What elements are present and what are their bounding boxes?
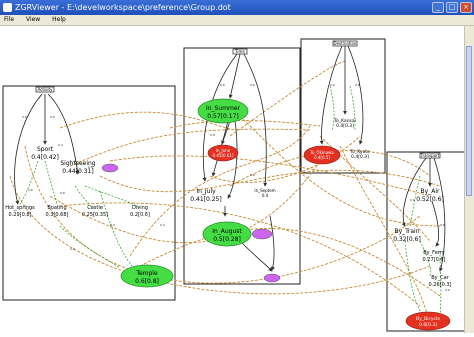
node-hot-springs-value: 0.29[0.8] — [9, 212, 32, 218]
node-in-summer[interactable]: In_Summer 0.57[0.17] — [197, 98, 249, 124]
node-by-ferry-value: 0.27[0.6] — [423, 257, 446, 263]
svg-text:0.8: 0.8 — [60, 191, 65, 195]
app-icon — [3, 3, 12, 12]
node-hot-springs[interactable]: Hot_springs 0.29[0.8] — [5, 205, 35, 218]
node-by-air[interactable]: By_Air 0.52[0.6] — [416, 188, 444, 203]
node-by-car-name: By_Car — [431, 275, 449, 281]
window-titlebar: ZGRViewer - E:\develworkspace\preference… — [0, 0, 474, 15]
node-by-bicycle[interactable]: By_Bicycle 0.6[0.3] — [405, 311, 451, 331]
svg-text:0.6: 0.6 — [50, 115, 55, 119]
node-to-kyoto-value: 0.4[0.3] — [351, 154, 369, 160]
node-sightseeing[interactable]: Sightseeing 0.44[0.31] — [60, 160, 95, 175]
node-diving-value: 0.2[0.6] — [130, 212, 150, 218]
node-by-car-value: 0.26[0.3] — [429, 282, 452, 288]
node-temple[interactable]: Temple 0.6[0.8] — [120, 264, 174, 288]
minimize-button[interactable]: _ — [432, 2, 444, 13]
node-sport-value: 0.4[0.42] — [31, 154, 59, 161]
node-in-sept[interactable]: In_Septem 0.4 — [254, 188, 275, 198]
node-to-kansai-value: 0.4[0.3] — [336, 123, 354, 129]
node-by-air-name: By_Air — [421, 188, 440, 195]
node-by-bicycle-value: 0.6[0.3] — [419, 322, 437, 328]
cluster-destination-label: Destination — [334, 41, 357, 46]
graph-svg[interactable]: Activity Time Destination Transport 0.6 … — [0, 26, 474, 333]
cluster-transport-label: Transport — [420, 153, 440, 158]
svg-text:0.4: 0.4 — [160, 223, 165, 227]
node-in-august-name: In_August — [212, 228, 242, 235]
node-by-air-value: 0.52[0.6] — [416, 196, 444, 203]
graph-canvas[interactable]: Activity Time Destination Transport 0.6 … — [0, 26, 474, 333]
node-hot-springs-name: Hot_springs — [5, 205, 35, 211]
menu-view[interactable]: View — [26, 16, 40, 23]
node-by-train[interactable]: By_Train 0.32[0.6] — [393, 228, 421, 243]
violet-node[interactable] — [251, 228, 273, 240]
node-diving[interactable]: Diving 0.2[0.6] — [130, 205, 150, 218]
svg-text:0.6: 0.6 — [22, 115, 27, 119]
cluster-activity-label: Activity — [38, 87, 54, 92]
close-button[interactable]: × — [460, 2, 472, 13]
node-in-august[interactable]: In_August 0.5[0.28] — [202, 221, 252, 247]
node-boating-name: Boating — [47, 205, 66, 211]
cluster-time-label: Time — [234, 49, 245, 54]
vertical-scrollbar[interactable] — [464, 26, 474, 333]
node-in-sept-value: 0.4 — [262, 193, 269, 198]
menu-file[interactable]: File — [4, 16, 14, 23]
node-by-ferry-name: By_Ferry — [423, 250, 445, 256]
node-by-train-name: By_Train — [394, 228, 419, 235]
node-to-kyoto[interactable]: To_Kyoto 0.4[0.3] — [349, 149, 370, 160]
svg-text:0.6: 0.6 — [220, 83, 225, 87]
window-title: ZGRViewer - E:\develworkspace\preference… — [15, 3, 231, 12]
node-temple-name: Temple — [135, 270, 158, 277]
svg-text:0.6: 0.6 — [250, 83, 255, 87]
svg-text:0.8: 0.8 — [355, 83, 360, 87]
node-boating-value: 0.3[0.68] — [46, 212, 69, 218]
node-temple-value: 0.6[0.8] — [135, 278, 159, 285]
svg-text:0.5: 0.5 — [70, 247, 75, 251]
node-in-summer-value: 0.57[0.17] — [207, 113, 238, 120]
node-to-okinawa[interactable]: To_Okinawa 0.4[0.5] — [303, 145, 341, 165]
svg-text:0.8: 0.8 — [210, 133, 215, 137]
menu-help[interactable]: Help — [52, 16, 66, 23]
node-in-july-name: In_July — [196, 188, 216, 195]
menu-bar: File View Help — [0, 15, 474, 26]
node-by-car[interactable]: By_Car 0.26[0.3] — [429, 275, 452, 288]
violet-node[interactable] — [101, 163, 119, 173]
svg-text:0.4: 0.4 — [58, 143, 63, 147]
scrollbar-thumb[interactable] — [466, 46, 472, 196]
node-sport[interactable]: Sport 0.4[0.42] — [31, 146, 59, 161]
node-sightseeing-value: 0.44[0.31] — [62, 168, 93, 175]
node-in-june-value: 0.45[0.61] — [213, 153, 234, 158]
svg-text:0.6: 0.6 — [445, 288, 450, 292]
node-by-bicycle-name: By_Bicycle — [416, 316, 440, 322]
svg-text:0.4: 0.4 — [110, 223, 115, 227]
svg-text:0.6: 0.6 — [330, 83, 335, 87]
violet-node[interactable] — [263, 273, 281, 283]
node-by-train-value: 0.32[0.6] — [393, 236, 421, 243]
node-diving-name: Diving — [132, 205, 148, 211]
node-in-summer-name: In_Summer — [206, 105, 241, 112]
node-in-august-value: 0.5[0.28] — [213, 236, 241, 243]
node-castle-name: Castle — [87, 205, 103, 211]
svg-text:0.6: 0.6 — [440, 223, 445, 227]
svg-text:0.6: 0.6 — [410, 198, 415, 202]
maximize-button[interactable]: □ — [446, 2, 458, 13]
svg-text:0.6: 0.6 — [250, 173, 255, 177]
svg-text:0.6: 0.6 — [28, 188, 33, 192]
node-castle-value: 0.25[0.35] — [82, 212, 108, 218]
node-in-june[interactable]: In_June 0.45[0.61] — [207, 144, 239, 162]
node-to-okinawa-value: 0.4[0.5] — [314, 155, 330, 160]
node-by-ferry[interactable]: By_Ferry 0.27[0.6] — [423, 250, 446, 263]
node-in-july-value: 0.41[0.25] — [190, 196, 221, 203]
node-castle[interactable]: Castle 0.25[0.35] — [82, 205, 108, 218]
node-sport-name: Sport — [37, 146, 54, 153]
node-to-kansai[interactable]: To_Kansai 0.4[0.3] — [333, 118, 356, 129]
node-sightseeing-name: Sightseeing — [60, 160, 95, 167]
node-boating[interactable]: Boating 0.3[0.68] — [46, 205, 69, 218]
